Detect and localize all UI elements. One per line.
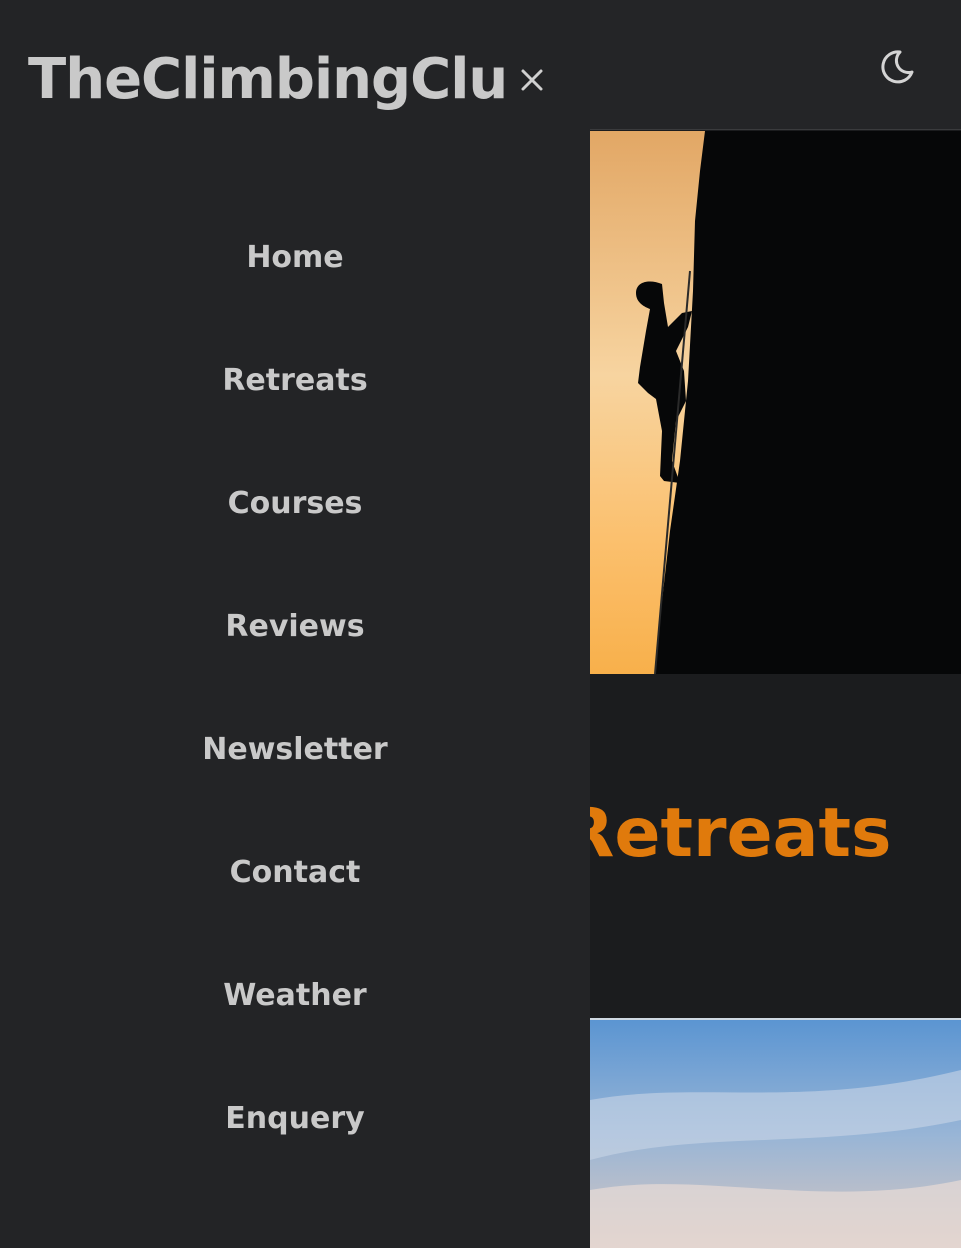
moon-icon [881, 50, 914, 84]
drawer-item-label: Contact [229, 855, 361, 890]
drawer-item-courses[interactable]: Courses [0, 442, 540, 565]
drawer-item-label: Retreats [222, 363, 368, 398]
drawer-item-label: Weather [223, 978, 367, 1013]
drawer-item-contact[interactable]: Contact [0, 811, 540, 934]
drawer-item-newsletter[interactable]: Newsletter [0, 688, 540, 811]
drawer-item-reviews[interactable]: Reviews [0, 565, 540, 688]
brand-logo-text[interactable]: TheClimbingClub [28, 46, 510, 114]
drawer-item-weather[interactable]: Weather [0, 934, 540, 1057]
drawer-item-enquery[interactable]: Enquery [0, 1057, 540, 1180]
drawer-item-retreats[interactable]: Retreats [0, 319, 540, 442]
drawer-item-label: Enquery [225, 1101, 365, 1136]
drawer-menu: Home Retreats Courses Reviews Newsletter… [0, 196, 590, 1180]
drawer-item-label: Reviews [225, 609, 365, 644]
section-title: Retreats [562, 794, 892, 873]
theme-toggle-button[interactable] [872, 40, 924, 92]
drawer-item-label: Home [246, 240, 344, 275]
drawer-item-home[interactable]: Home [0, 196, 540, 319]
close-menu-button[interactable] [514, 60, 550, 100]
drawer-item-label: Newsletter [202, 732, 388, 767]
close-icon [521, 69, 543, 91]
navigation-drawer: TheClimbingClub Home Retreats Courses Re… [0, 0, 590, 1248]
drawer-item-label: Courses [227, 486, 363, 521]
